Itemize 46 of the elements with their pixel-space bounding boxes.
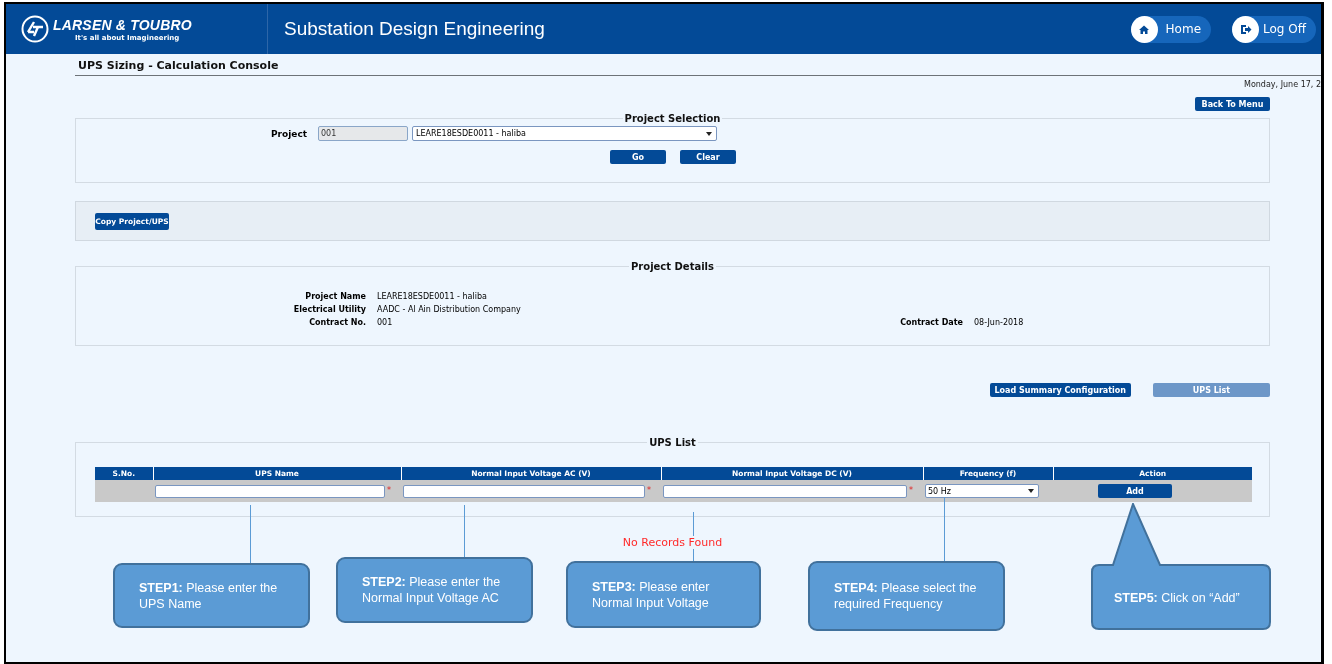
frequency-dropdown[interactable]: 50 Hz xyxy=(925,484,1039,498)
required-mark: * xyxy=(387,485,392,495)
required-mark: * xyxy=(647,485,652,495)
step-callout: STEP1: Please enter the UPS Name xyxy=(113,563,310,628)
exit-icon xyxy=(1239,23,1252,35)
app-title: Substation Design Engineering xyxy=(284,18,546,40)
load-summary-button[interactable]: Load Summary Configuration xyxy=(989,383,1131,397)
log-off-button[interactable]: Log Off xyxy=(1232,15,1316,43)
leader-line xyxy=(250,505,251,563)
home-button[interactable]: Home xyxy=(1130,15,1212,43)
section-legend: Project Details xyxy=(629,261,716,272)
step-callout: STEP3: Please enter Normal Input Voltage xyxy=(566,561,761,628)
leader-line xyxy=(464,505,465,557)
field-value: 001 xyxy=(377,317,394,329)
step-callout: STEP2: Please enter the Normal Input Voltage AC xyxy=(336,557,533,623)
step-callout: STEP4: Please select the required Frequency xyxy=(808,561,1005,631)
ups-name-field[interactable] xyxy=(155,484,385,498)
empty-message: No Records Found xyxy=(622,536,723,549)
leader-line xyxy=(944,497,945,561)
page-title: UPS Sizing - Calculation Console xyxy=(75,55,1321,76)
caret-icon xyxy=(706,131,712,136)
back-to-menu-button[interactable]: Back To Menu xyxy=(1195,97,1270,111)
brand-name: LARSEN & TOUBRO xyxy=(53,16,192,33)
project-dropdown[interactable]: LEARE18ESDE0011 - haliba xyxy=(412,126,717,141)
date-text: Monday, June 17, 2 xyxy=(1243,80,1321,89)
field-label: Electrical Utility xyxy=(292,304,366,316)
field-label: Contract No. xyxy=(308,317,366,329)
required-mark: * xyxy=(909,485,914,495)
leader-line xyxy=(693,512,694,561)
home-icon xyxy=(1138,23,1151,35)
go-button[interactable]: Go xyxy=(610,150,666,164)
voltage-field[interactable] xyxy=(663,484,907,498)
project-label: Project xyxy=(271,128,309,139)
step-callout: STEP5: Click on “Add” xyxy=(1090,503,1272,631)
voltage-field[interactable] xyxy=(403,484,645,498)
field-value: 08-Jun-2018 xyxy=(974,317,1025,329)
caret-icon xyxy=(1028,489,1034,493)
add-button[interactable]: Add xyxy=(1098,484,1172,498)
logo-icon xyxy=(21,15,49,43)
clear-button[interactable]: Clear xyxy=(680,150,736,164)
field-value: LEARE18ESDE0011 - haliba xyxy=(377,291,488,303)
section-legend: UPS List xyxy=(647,437,698,448)
field-label: Project Name xyxy=(304,291,366,303)
field-label: Contract Date xyxy=(899,317,963,329)
field-value: AADC - Al Ain Distribution Company xyxy=(377,304,522,316)
section-legend: Project Selection xyxy=(622,113,723,124)
